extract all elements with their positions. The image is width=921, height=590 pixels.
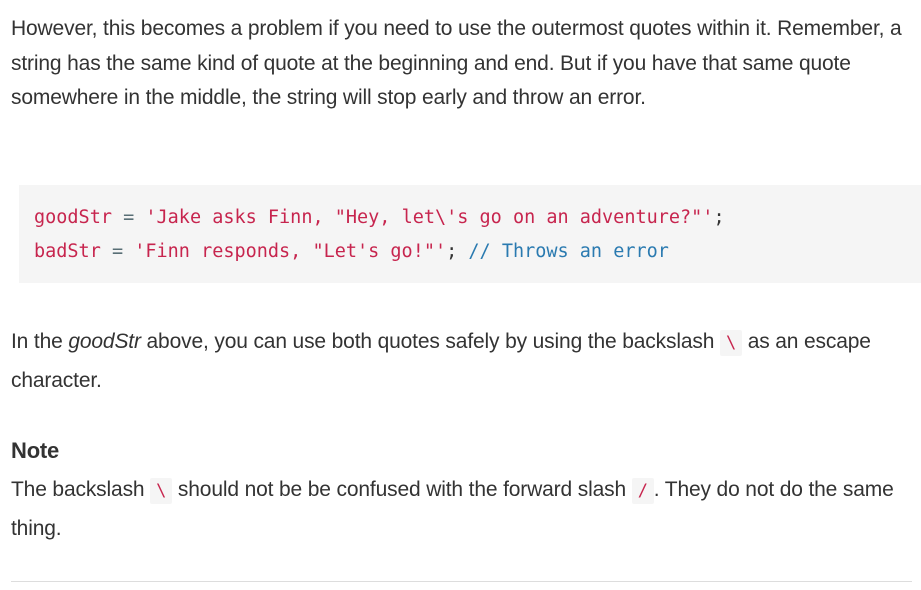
- inline-code-forward-slash: /: [631, 478, 654, 504]
- note-text-middle: should not be be confused with the forwa…: [172, 478, 632, 501]
- code-operator: =: [100, 241, 135, 262]
- code-comment: // Throws an error: [457, 241, 669, 262]
- note-paragraph: The backslash \ should not be be confuse…: [11, 471, 911, 548]
- code-string: 'Finn responds, "Let's go!"': [134, 241, 447, 262]
- code-operator: =: [111, 207, 146, 228]
- note-text-before: The backslash: [11, 478, 151, 501]
- code-block: goodStr = 'Jake asks Finn, "Hey, let\'s …: [19, 185, 921, 283]
- explanation-paragraph: In the goodStr above, you can use both q…: [11, 323, 911, 400]
- explanation-emphasis: goodStr: [68, 330, 141, 353]
- code-punctuation: ;: [713, 207, 725, 228]
- explanation-text-middle: above, you can use both quotes safely by…: [140, 330, 720, 353]
- note-heading: Note: [11, 438, 60, 463]
- code-identifier: badStr: [34, 241, 101, 262]
- code-string: 'Jake asks Finn, "Hey, let\'s go on an a…: [145, 207, 714, 228]
- code-line-1: goodStr = 'Jake asks Finn, "Hey, let\'s …: [34, 201, 725, 235]
- inline-code-backslash: \: [719, 330, 743, 356]
- code-identifier: goodStr: [34, 207, 112, 228]
- code-line-2: badStr = 'Finn responds, "Let's go!"'; /…: [34, 235, 669, 269]
- inline-code-backslash: \: [150, 478, 173, 504]
- code-punctuation: ;: [446, 241, 458, 262]
- intro-paragraph: However, this becomes a problem if you n…: [11, 17, 902, 109]
- explanation-text-before: In the: [11, 330, 69, 353]
- section-divider: [11, 581, 912, 582]
